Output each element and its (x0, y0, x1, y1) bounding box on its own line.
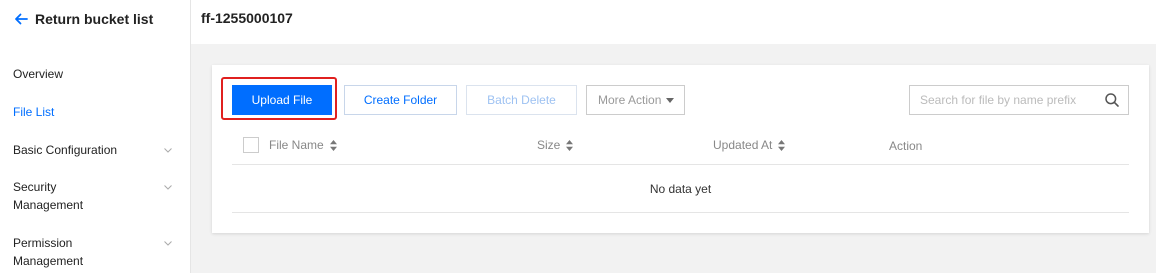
caret-down-icon (666, 97, 675, 103)
arrow-left-icon (15, 13, 28, 25)
sidebar: Return bucket list Overview File List Ba… (0, 0, 191, 273)
column-label: Size (537, 138, 561, 152)
chevron-down-icon (163, 178, 173, 196)
column-file-name: File Name (269, 137, 337, 153)
column-updated-at: Updated At (713, 137, 786, 153)
search-box (909, 85, 1129, 115)
column-size: Size (537, 137, 574, 153)
sidebar-item-security-management[interactable]: Security Management (13, 178, 178, 214)
sidebar-item-label-line2: Management (13, 254, 84, 268)
upload-file-button[interactable]: Upload File (232, 85, 332, 115)
search-input[interactable] (910, 86, 1100, 114)
sort-icon[interactable] (329, 139, 337, 151)
column-label: Updated At (713, 138, 773, 152)
sort-icon[interactable] (566, 139, 574, 151)
sidebar-item-file-list[interactable]: File List (13, 103, 178, 121)
sidebar-item-label-line2: Management (13, 198, 84, 212)
sidebar-item-overview[interactable]: Overview (13, 65, 178, 83)
table-header: File Name Size Updated At Action (232, 129, 1129, 165)
chevron-down-icon (163, 141, 173, 159)
sidebar-item-permission-management[interactable]: Permission Management (13, 234, 178, 270)
column-action: Action (889, 138, 922, 154)
sidebar-item-label: File List (13, 105, 55, 119)
column-label: File Name (269, 138, 324, 152)
sort-icon[interactable] (778, 139, 786, 151)
sidebar-item-label: Basic Configuration (13, 143, 118, 157)
batch-delete-button[interactable]: Batch Delete (466, 85, 577, 115)
empty-state: No data yet (232, 165, 1129, 213)
sidebar-item-label: Security (13, 180, 57, 194)
more-action-label: More Action (598, 93, 662, 107)
sidebar-item-label: Overview (13, 67, 64, 81)
search-icon[interactable] (1104, 92, 1120, 108)
column-label: Action (889, 139, 923, 153)
select-all-checkbox[interactable] (243, 137, 259, 153)
header-bar: ff-1255000107 (191, 0, 1156, 44)
return-bucket-list-link[interactable]: Return bucket list (13, 11, 153, 27)
return-bucket-list-label: Return bucket list (35, 11, 154, 27)
sidebar-item-label: Permission (13, 236, 73, 250)
create-folder-button[interactable]: Create Folder (344, 85, 457, 115)
more-action-dropdown[interactable]: More Action (586, 85, 685, 115)
sidebar-item-basic-configuration[interactable]: Basic Configuration (13, 141, 178, 159)
bucket-title: ff-1255000107 (201, 10, 293, 26)
file-list-panel: Upload File Create Folder Batch Delete M… (212, 65, 1149, 233)
chevron-down-icon (163, 234, 173, 252)
